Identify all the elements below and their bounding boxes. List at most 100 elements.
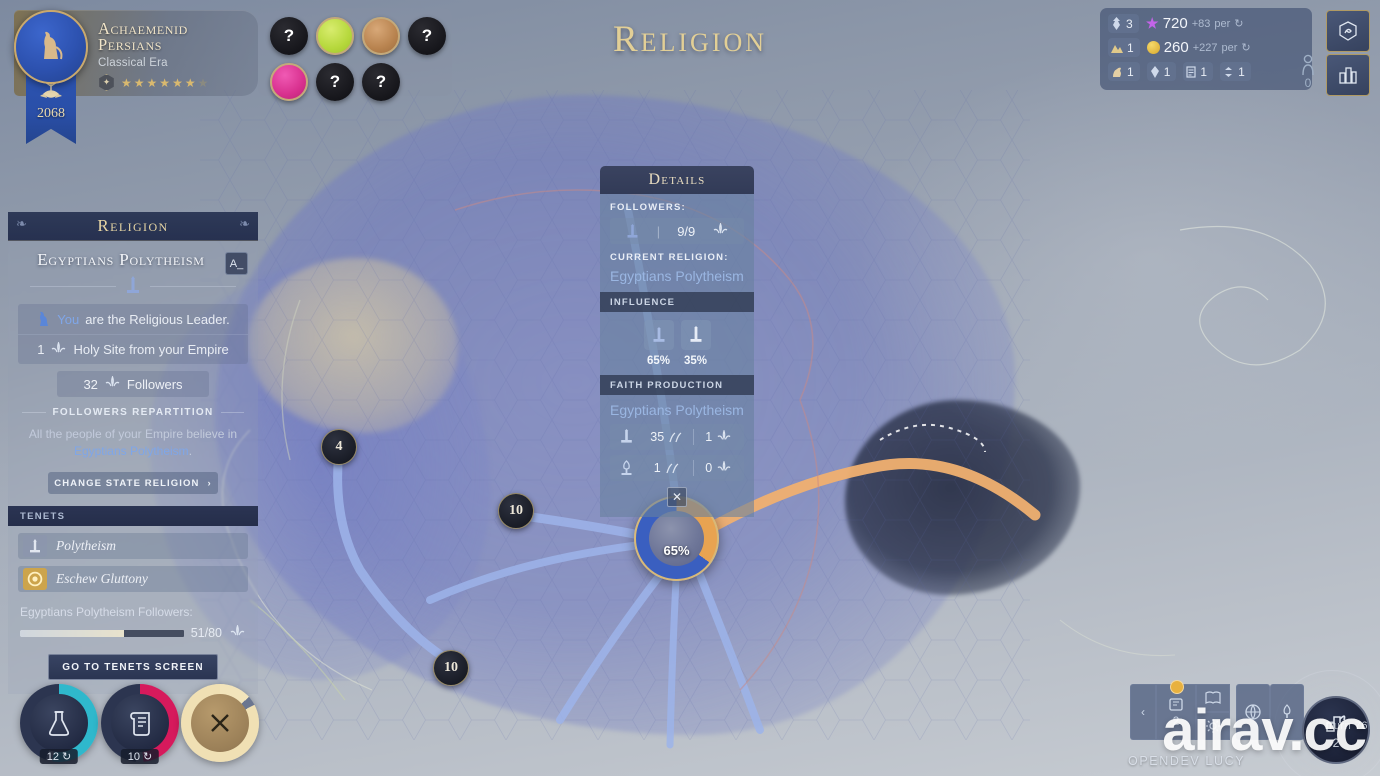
gear-icon <box>1206 719 1220 733</box>
close-x-icon <box>191 694 249 752</box>
faith-followers: 0 <box>705 461 713 475</box>
civ-era: Classical Era <box>98 57 168 69</box>
strategic-value: 1 <box>1127 64 1134 79</box>
civ-name-line2: Persians <box>98 35 162 54</box>
strategic-value: 1 <box>1200 64 1208 79</box>
tenet-name: Eschew Gluttony <box>56 571 148 586</box>
progress-value: 51/80 <box>190 626 222 640</box>
diplomacy-button[interactable] <box>1326 10 1370 52</box>
chevron-left-icon: ‹ <box>1141 705 1145 719</box>
civ-emblem-small-icon: ✦ <box>99 74 114 91</box>
minimap-controls: ‹ 2 <box>1130 680 1304 740</box>
resource-row-gold: 1 260 +227 per ↻ <box>1108 38 1304 57</box>
civics-research-button[interactable]: 10 ↻ <box>101 684 179 764</box>
science-amount: 720 <box>1162 15 1188 32</box>
city-list-button[interactable] <box>1326 54 1370 96</box>
influence-icon <box>1111 17 1122 30</box>
strategic-chip[interactable]: 1 <box>1146 62 1177 81</box>
turn-icon: ↻ <box>1234 18 1244 30</box>
player-info: Achaemenid Persians Classical Era ✦ ★ ★ … <box>98 20 208 91</box>
iron-icon <box>1150 65 1160 78</box>
faith-amount-cell: 1 <box>642 461 693 475</box>
civ-badge-unknown[interactable]: ? <box>270 17 308 55</box>
followers-progress-label: Egyptians Polytheism Followers: <box>20 605 193 619</box>
repartition-text-1: All the people of your Empire believe <box>28 427 225 441</box>
close-screen-button[interactable] <box>181 684 259 762</box>
gold-per-turn: +227 <box>1192 41 1218 54</box>
followers-total: 32 Followers <box>57 371 209 397</box>
civ-badge-known[interactable] <box>270 63 308 101</box>
unit-cap-icon <box>1302 54 1314 76</box>
religion-panel: ❧ Religion ❧ Egyptians Polytheism A_ You… <box>8 212 258 694</box>
scroll-icon <box>111 694 169 752</box>
religion-symbol-divider <box>8 274 258 304</box>
details-current-religion: Egyptians Polytheism <box>610 268 744 284</box>
resource-row-science: 3 720 +83 per ↻ <box>1108 14 1304 33</box>
map-node-marker[interactable]: 10 <box>498 493 534 529</box>
religion-panel-title: Religion <box>97 216 169 235</box>
followers-icon <box>105 376 120 387</box>
globe-icon <box>1245 704 1261 721</box>
star-icon: ★ <box>172 75 183 90</box>
faith-icon <box>669 431 682 442</box>
repartition-label: Followers Repartition <box>52 407 214 418</box>
resource-bar: 3 720 +83 per ↻ 1 260 +227 per ↻ 1 1 1 1 <box>1100 8 1312 90</box>
star-icon: ★ <box>133 75 145 90</box>
followers-icon <box>714 223 728 234</box>
gold-group[interactable]: 260 +227 per ↻ <box>1146 39 1251 56</box>
strategic-chip[interactable]: 1 <box>1183 62 1214 81</box>
book-button[interactable] <box>1196 684 1230 712</box>
tenets-section-header: Tenets <box>8 506 258 526</box>
rename-religion-button[interactable]: A_ <box>225 252 248 275</box>
tenet-item[interactable]: Eschew Gluttony <box>18 566 248 592</box>
close-details-button[interactable]: ✕ <box>667 487 687 507</box>
strategic-chip[interactable]: 1 <box>1108 62 1140 81</box>
change-state-religion-button[interactable]: Change State Religion › <box>48 472 218 494</box>
science-research-button[interactable]: 12 ↻ <box>20 684 98 764</box>
faith-followers-cell: 1 <box>694 429 745 445</box>
religion-leader-box: You are the Religious Leader. 1 Holy Sit… <box>18 304 248 364</box>
civ-emblem[interactable] <box>14 10 88 84</box>
back-button[interactable]: ‹ <box>1130 684 1156 740</box>
terrain-chip[interactable]: 1 <box>1108 38 1140 57</box>
globe-button[interactable] <box>1236 684 1270 740</box>
science-group[interactable]: 720 +83 per ↻ <box>1145 15 1244 32</box>
civ-badge-unknown[interactable]: ? <box>408 17 446 55</box>
met-civs-panel: ? ? ? ? <box>258 8 452 101</box>
influence-value: 3 <box>1126 16 1133 31</box>
repartition-header: Followers Repartition <box>22 407 244 418</box>
faith-production-row: 1 0 <box>610 455 744 481</box>
horse-icon <box>1111 66 1123 78</box>
civ-badge-unknown[interactable]: ? <box>362 63 400 101</box>
strategic-chip[interactable]: 1 <box>1220 62 1251 81</box>
history-button[interactable]: 2 <box>1156 680 1196 740</box>
polytheism-pillar-icon <box>610 428 642 446</box>
diplomacy-icon <box>1339 21 1357 41</box>
history-icon <box>1169 698 1183 711</box>
tenet-name: Polytheism <box>56 538 116 553</box>
civics-turns: 10 ↻ <box>120 749 160 764</box>
rival-pillar-icon <box>680 320 711 350</box>
tree-button[interactable] <box>1270 684 1304 740</box>
settings-button[interactable] <box>1196 712 1230 740</box>
ornament-left-icon: ❧ <box>16 216 27 231</box>
details-followers-value: 9/9 <box>677 223 696 239</box>
map-node-marker[interactable]: 10 <box>433 650 469 686</box>
science-per-label: per <box>1214 17 1231 30</box>
influence-entry: 35% <box>680 320 711 367</box>
tenet-item[interactable]: Polytheism <box>18 533 248 559</box>
details-followers-row: | 9/9 <box>610 218 744 244</box>
pillar-icon <box>23 535 47 557</box>
civ-badge-unknown[interactable]: ? <box>316 63 354 101</box>
repartition-text-2: in <box>227 427 238 441</box>
holy-site-row: 1 Holy Site from your Empire <box>18 334 248 364</box>
influence-chip[interactable]: 3 <box>1108 14 1139 33</box>
civ-badge-known[interactable] <box>316 17 354 55</box>
go-to-tenets-label: Go To Tenets Screen <box>62 661 204 673</box>
persian-cat-emblem-icon <box>44 31 63 60</box>
go-to-tenets-button[interactable]: Go To Tenets Screen <box>48 654 218 680</box>
map-node-marker[interactable]: 4 <box>321 429 357 465</box>
civ-badge-known[interactable] <box>362 17 400 55</box>
polytheism-pillar-icon <box>127 276 139 293</box>
book-icon <box>1205 691 1221 704</box>
